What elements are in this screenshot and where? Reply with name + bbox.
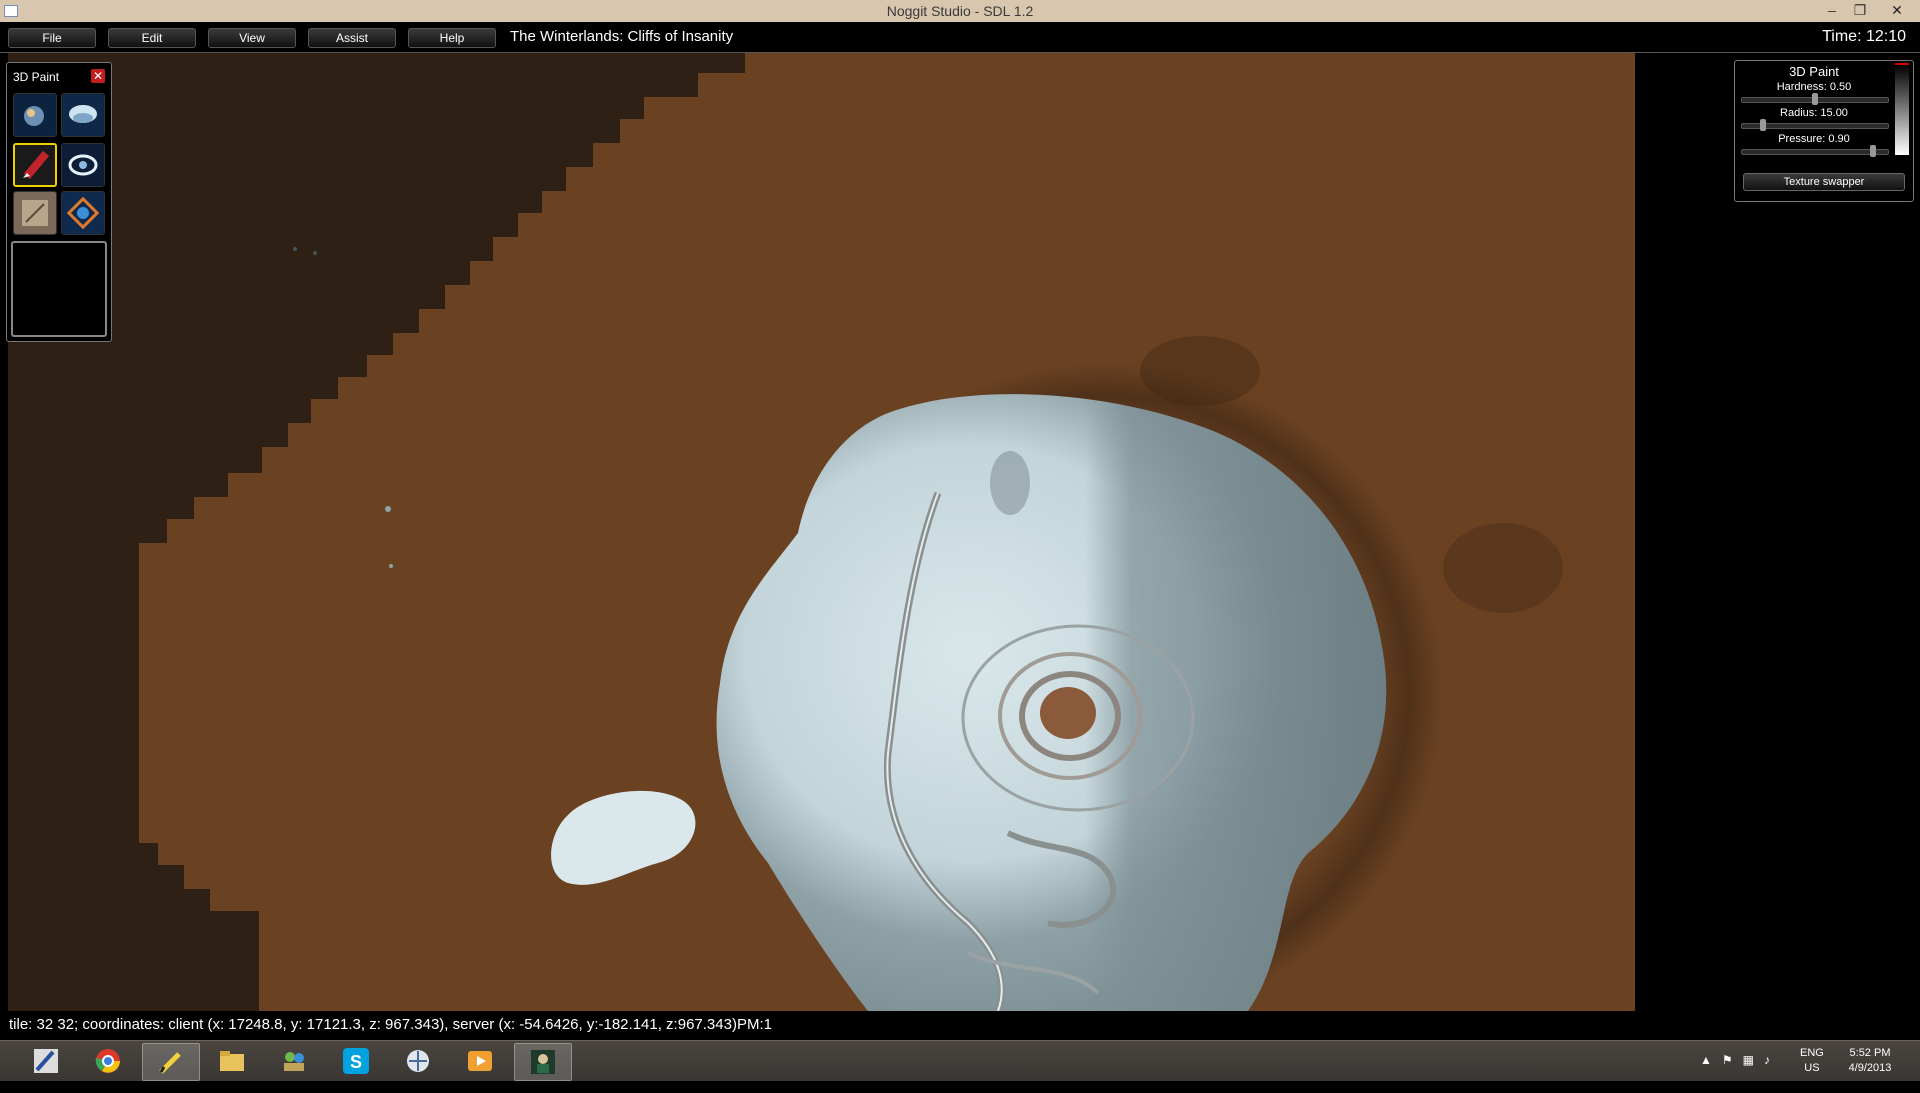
pressure-label: Pressure: 0.90 (1778, 133, 1850, 145)
hardness-slider-knob[interactable] (1812, 93, 1818, 105)
texture-swapper-button[interactable]: Texture swapper (1743, 173, 1905, 191)
brush-falloff-preview (1895, 63, 1909, 155)
settings-title: 3D Paint (1789, 64, 1839, 79)
raise-lower-tool-icon[interactable] (13, 93, 57, 137)
clock[interactable]: 5:52 PM 4/9/2013 (1840, 1046, 1900, 1086)
water-tool-icon[interactable] (61, 143, 105, 187)
radius-slider[interactable] (1741, 119, 1889, 131)
texture-preview[interactable] (11, 241, 107, 337)
menu-assist[interactable]: Assist (308, 28, 396, 48)
pencil-app-icon[interactable] (142, 1043, 200, 1081)
menu-file[interactable]: File (8, 28, 96, 48)
pen-app-icon[interactable] (18, 1043, 74, 1079)
texture-paint-tool-icon[interactable] (13, 143, 57, 187)
chrome-icon[interactable] (80, 1043, 136, 1079)
tool-palette: 3D Paint ✕ (6, 62, 112, 342)
menu-help[interactable]: Help (408, 28, 496, 48)
svg-text:S: S (350, 1052, 362, 1072)
skype-icon[interactable]: S (328, 1043, 384, 1079)
game-time: Time: 12:10 (1822, 28, 1906, 45)
language-code: ENG (1800, 1047, 1824, 1059)
file-explorer-icon[interactable] (204, 1043, 260, 1079)
input-language[interactable]: ENG US (1800, 1046, 1824, 1086)
system-tray-icons: ▲ ⚑ ▦ ♪ (1700, 1053, 1770, 1093)
clock-date: 4/9/2013 (1848, 1062, 1892, 1074)
terrain-viewport[interactable] (0, 53, 1920, 1011)
paint-settings-panel: 3D Paint Hardness: 0.50 Radius: 15.00 Pr… (1734, 60, 1914, 202)
media-player-icon[interactable] (452, 1043, 508, 1079)
flatten-blur-tool-icon[interactable] (61, 93, 105, 137)
hardness-slider[interactable] (1741, 93, 1889, 105)
terrain-render[interactable] (8, 53, 1635, 1011)
pressure-slider-knob[interactable] (1870, 145, 1876, 157)
network-app-icon[interactable] (390, 1043, 446, 1079)
pressure-slider[interactable] (1741, 145, 1889, 157)
clock-time: 5:52 PM (1849, 1047, 1891, 1059)
status-bar: tile: 32 32; coordinates: client (x: 172… (0, 1011, 1920, 1039)
taskbar: S ▲ ⚑ ▦ ♪ ENG US 5:52 PM 4/9/2013 (0, 1040, 1920, 1081)
menu-edit[interactable]: Edit (108, 28, 196, 48)
radius-slider-knob[interactable] (1760, 119, 1766, 131)
hardness-label: Hardness: 0.50 (1776, 81, 1852, 93)
minimize-button[interactable]: – (1818, 0, 1846, 22)
volume-icon[interactable]: ♪ (1764, 1053, 1770, 1093)
palette-title: 3D Paint (13, 70, 60, 84)
people-app-icon[interactable] (266, 1043, 322, 1079)
window-title: Noggit Studio - SDL 1.2 (886, 3, 1034, 19)
radius-label: Radius: 15.00 (1780, 107, 1848, 119)
show-hidden-icons-icon[interactable]: ▲ (1700, 1053, 1712, 1093)
noggit-icon[interactable] (514, 1043, 572, 1081)
item-selection-tool-icon[interactable] (13, 191, 57, 235)
close-button[interactable]: ✕ (1874, 0, 1920, 22)
restore-button[interactable]: ❐ (1846, 0, 1874, 22)
palette-close-button[interactable]: ✕ (91, 69, 105, 83)
window-title-bar: Noggit Studio - SDL 1.2 – ❐ ✕ (0, 0, 1920, 22)
menu-bar: File Edit View Assist Help The Winterlan… (0, 22, 1920, 53)
region-code: US (1804, 1062, 1820, 1074)
network-icon[interactable]: ▦ (1743, 1053, 1754, 1093)
menu-view[interactable]: View (208, 28, 296, 48)
map-name: The Winterlands: Cliffs of Insanity (510, 28, 734, 45)
action-center-icon[interactable]: ⚑ (1722, 1053, 1733, 1093)
holes-tool-icon[interactable] (61, 191, 105, 235)
